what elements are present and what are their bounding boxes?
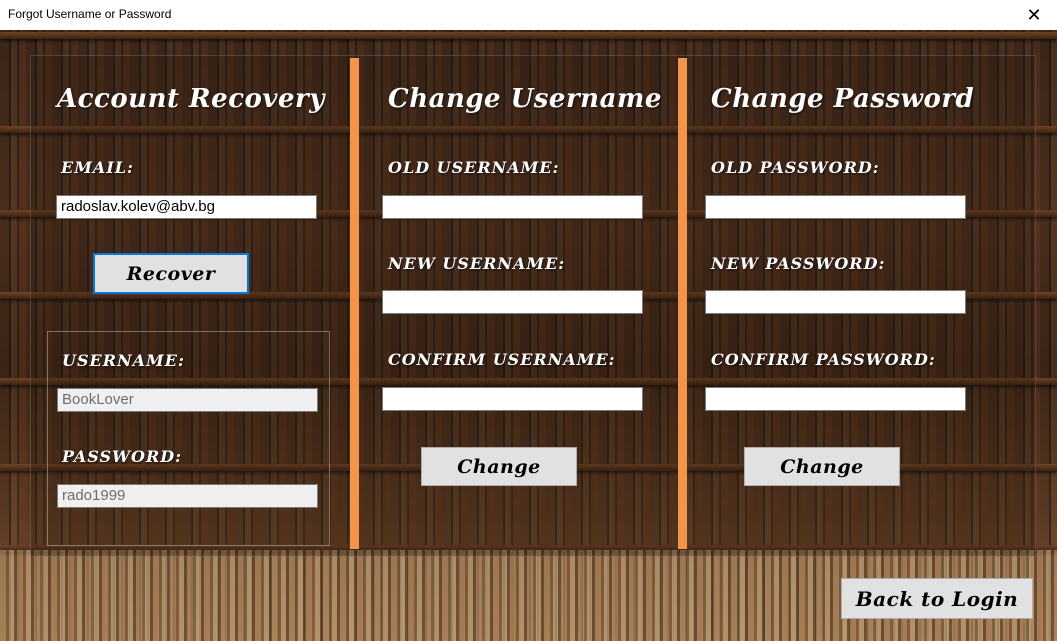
- old-password-field[interactable]: [705, 195, 966, 219]
- new-username-field[interactable]: [382, 290, 643, 314]
- confirm-password-field[interactable]: [705, 387, 966, 411]
- email-field[interactable]: radoslav.kolev@abv.bg: [56, 195, 317, 219]
- window-title: Forgot Username or Password: [8, 7, 172, 21]
- confirm-password-label: CONFIRM PASSWORD:: [711, 350, 936, 369]
- back-to-login-button[interactable]: Back to Login: [841, 578, 1033, 619]
- change-username-button[interactable]: Change: [421, 447, 577, 486]
- password-label: PASSWORD:: [62, 447, 183, 466]
- column-divider-left: [350, 58, 359, 549]
- recovered-username-field[interactable]: BookLover: [57, 388, 318, 412]
- change-password-button[interactable]: Change: [744, 447, 900, 486]
- new-password-label: NEW PASSWORD:: [711, 254, 886, 273]
- change-password-heading: Change Password: [711, 84, 975, 114]
- title-bar: Forgot Username or Password ✕: [0, 0, 1057, 30]
- email-label: EMAIL:: [61, 158, 134, 177]
- confirm-username-label: CONFIRM USERNAME:: [388, 350, 616, 369]
- column-divider-right: [678, 58, 687, 549]
- new-password-field[interactable]: [705, 290, 966, 314]
- change-username-heading: Change Username: [388, 84, 662, 114]
- new-username-label: NEW USERNAME:: [388, 254, 566, 273]
- recovered-password-field[interactable]: rado1999: [57, 484, 318, 508]
- confirm-username-field[interactable]: [382, 387, 643, 411]
- shelf-line: [0, 32, 1057, 39]
- account-recovery-heading: Account Recovery: [57, 84, 325, 114]
- username-label: USERNAME:: [62, 351, 185, 370]
- recover-button[interactable]: Recover: [93, 253, 249, 294]
- close-icon[interactable]: ✕: [1011, 0, 1057, 30]
- old-password-label: OLD PASSWORD:: [711, 158, 880, 177]
- old-username-label: OLD USERNAME:: [388, 158, 560, 177]
- old-username-field[interactable]: [382, 195, 643, 219]
